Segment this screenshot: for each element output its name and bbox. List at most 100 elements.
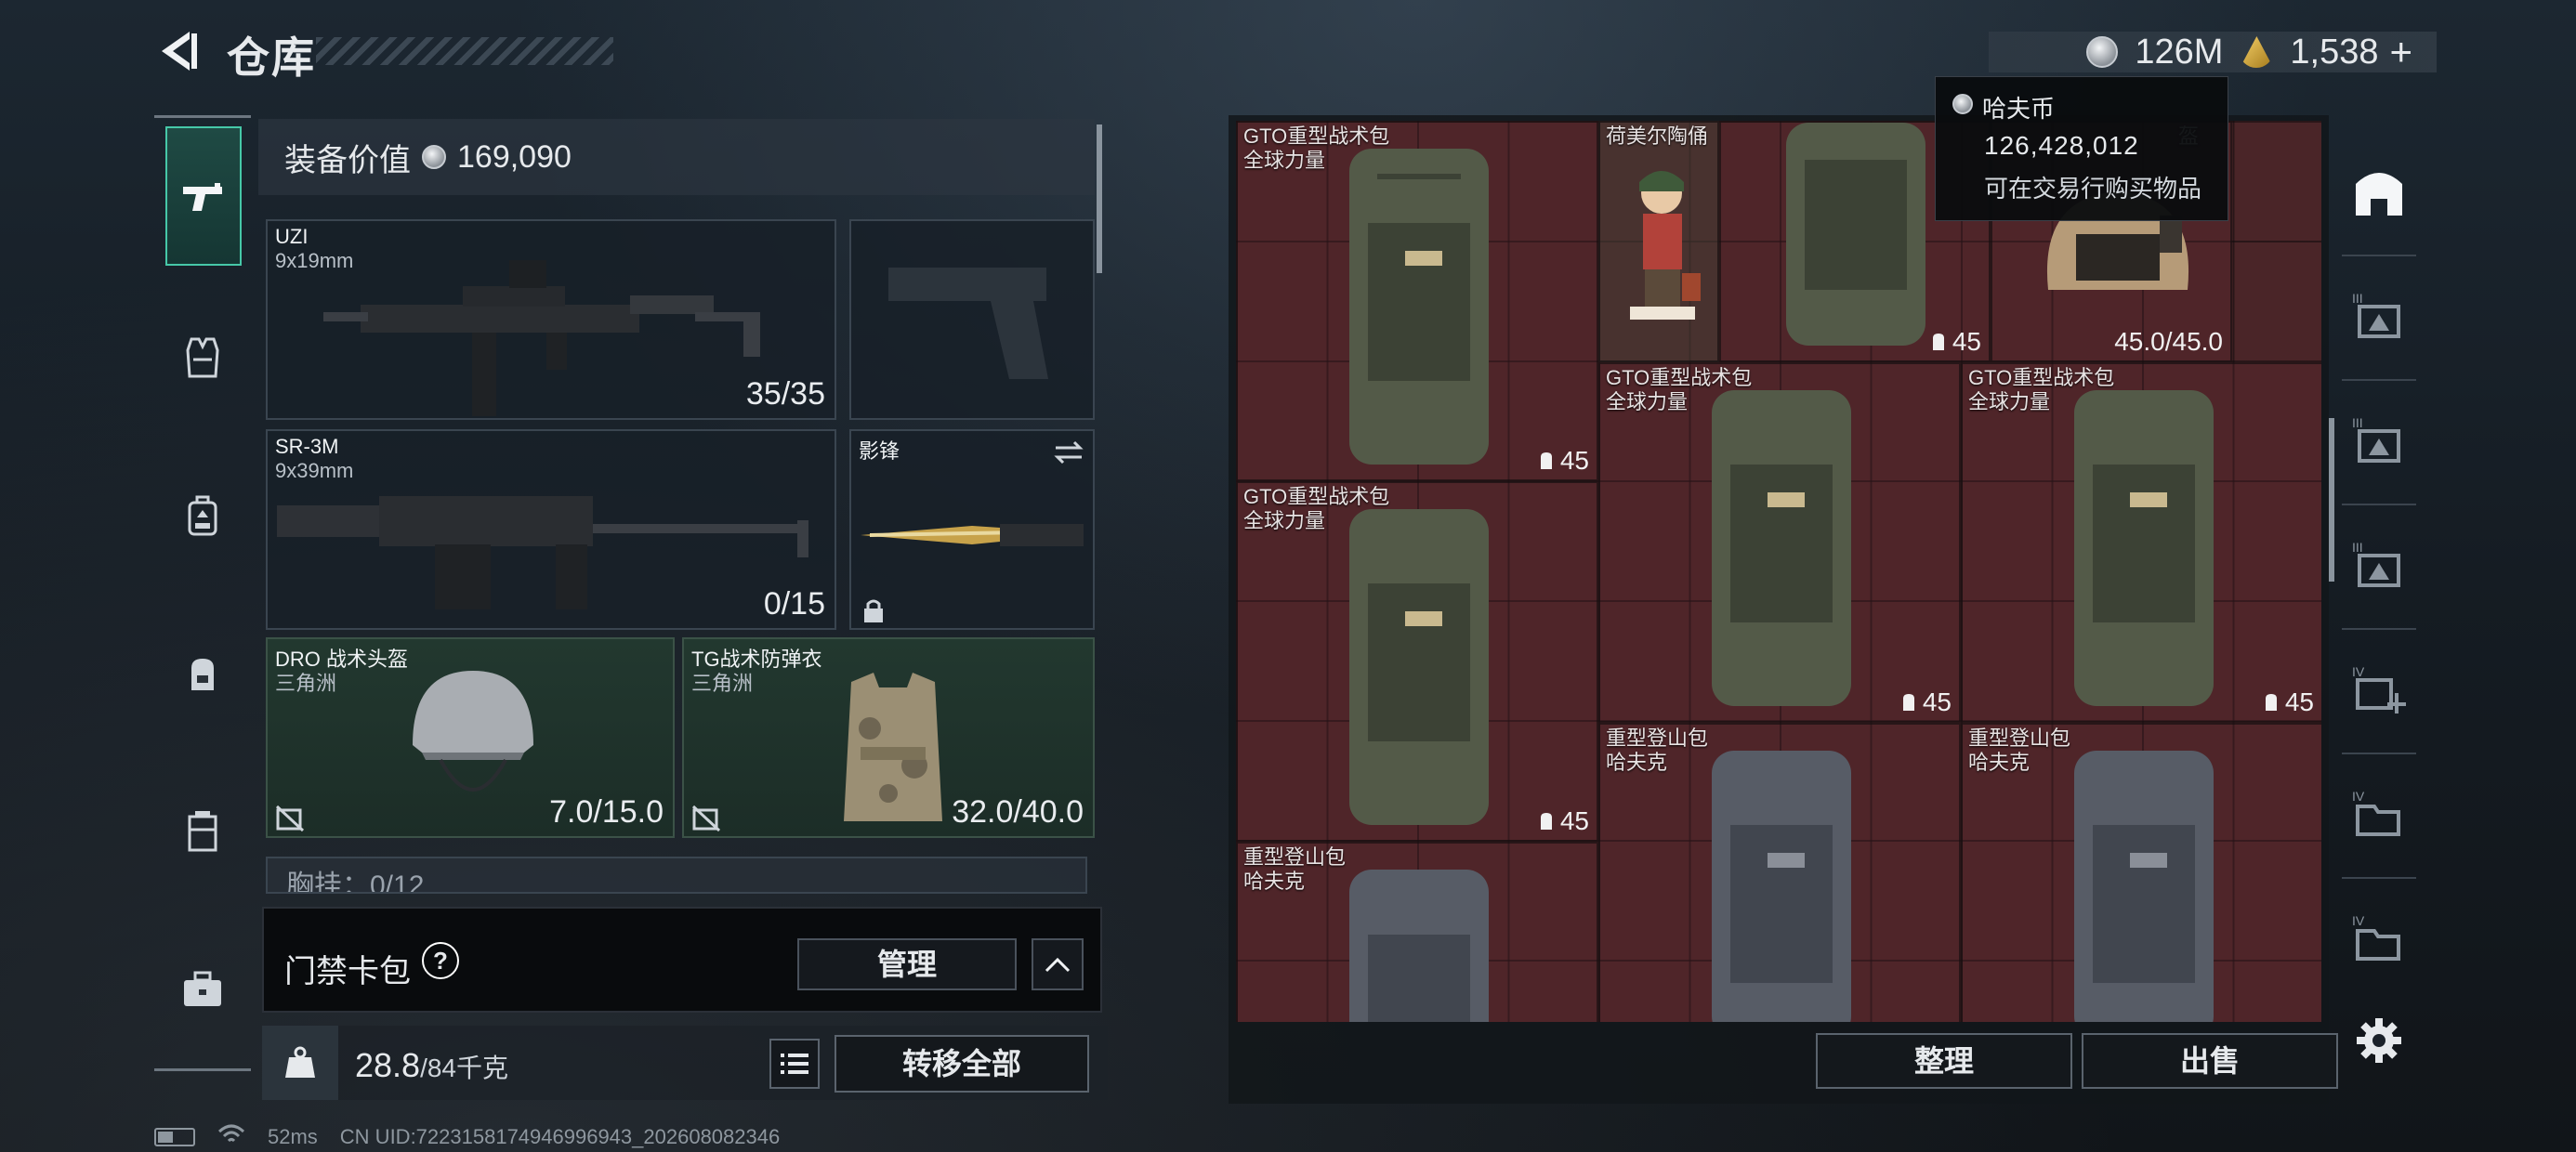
storage-scrollbar[interactable]	[2329, 418, 2334, 582]
svg-text:IV: IV	[2352, 913, 2365, 928]
help-icon[interactable]: ?	[422, 942, 459, 979]
haf-coin-icon	[1952, 94, 1973, 114]
small-backpack-icon	[191, 659, 214, 690]
list-view-button[interactable]	[769, 1039, 820, 1089]
storage-item[interactable]: 重型登山包 哈夫克	[1598, 723, 1961, 1022]
storage-tier-3-icon: III	[2352, 540, 2400, 587]
storage-tab-add[interactable]: IV	[2342, 634, 2416, 747]
carry-weight: 28.8/84千克	[355, 1046, 508, 1085]
mountain-backpack-image	[2074, 751, 2214, 1022]
haf-coin-icon	[2086, 36, 2119, 68]
equipment-panel: 装备价值 169,090 UZI 9x19mm 35/35 SR-3M 9x39…	[258, 119, 1110, 890]
equipment-tab-bar	[154, 115, 251, 1072]
currency-bar: 126M 1,538 +	[1989, 30, 2437, 74]
slot-name: 影锋	[859, 439, 900, 463]
carry-weight-max: /84千克	[420, 1054, 509, 1082]
settings-gear-icon[interactable]	[2355, 1016, 2403, 1065]
equipment-value-label: 装备价值	[284, 142, 411, 178]
tab-backpack-a[interactable]	[165, 446, 240, 585]
premium-currency-balance[interactable]: 1,538	[2290, 33, 2378, 72]
status-bar: 52ms CN UID:7223158174946996943_20260808…	[154, 1124, 780, 1150]
melee-slot[interactable]: 影锋	[849, 429, 1095, 630]
bag-capacity-icon	[1902, 694, 1914, 711]
storage-item[interactable]: GTO重型战术包 全球力量 45	[1598, 362, 1961, 723]
svg-text:IV: IV	[2352, 664, 2365, 679]
storage-item[interactable]: GTO重型战术包 全球力量 45	[1961, 362, 2321, 723]
slot-name: UZI	[275, 225, 309, 248]
storage-tab-3[interactable]: III	[2342, 509, 2416, 622]
durability: 32.0/40.0	[952, 794, 1084, 830]
keycard-bar: 门禁卡包 ? 管理	[262, 907, 1102, 1013]
item-capacity: 45	[1538, 806, 1589, 836]
transfer-all-button[interactable]: 转移全部	[835, 1035, 1089, 1093]
pistol-placeholder-icon	[888, 268, 1048, 379]
item-capacity: 45	[1900, 687, 1952, 717]
currency-tooltip: 哈夫币 126,428,012 可在交易行购买物品	[1935, 76, 2228, 221]
pistol-slot[interactable]	[849, 219, 1095, 420]
mountain-backpack-image	[1349, 870, 1489, 1022]
tooltip-description: 可在交易行购买物品	[1984, 175, 2202, 203]
tactical-backpack-image	[1349, 149, 1489, 465]
home-icon	[2356, 173, 2402, 216]
container-icon	[188, 811, 217, 852]
weight-icon-box	[262, 1026, 338, 1100]
add-currency-button[interactable]: +	[2389, 30, 2412, 74]
ammo-count: 35/35	[745, 376, 825, 412]
sort-button[interactable]: 整理	[1816, 1033, 2072, 1089]
back-arrow-icon[interactable]	[154, 28, 199, 74]
storage-item[interactable]: GTO重型战术包 全球力量 45	[1236, 481, 1598, 842]
storage-tab-2[interactable]: III	[2342, 385, 2416, 498]
storage-tab-1[interactable]: III	[2342, 260, 2416, 373]
item-name: GTO重型战术包 全球力量	[1968, 366, 2115, 413]
insurance-off-icon	[275, 805, 305, 832]
durability: 7.0/15.0	[549, 794, 664, 830]
carry-weight-current: 28.8	[355, 1046, 421, 1084]
body-armor-image	[844, 673, 942, 821]
tab-backpack-b[interactable]	[165, 604, 240, 743]
svg-text:III: III	[2352, 291, 2363, 306]
tab-case[interactable]	[165, 920, 240, 1059]
storage-item[interactable]: 重型登山包 哈夫克	[1236, 842, 1598, 1022]
bag-capacity-icon	[1540, 452, 1552, 469]
chest-rig-row[interactable]: 胸挂：0/12	[266, 857, 1087, 894]
equipment-scrollbar[interactable]	[1097, 124, 1102, 273]
weight-icon	[285, 1046, 315, 1078]
sr3m-rifle-image	[277, 496, 808, 609]
list-icon	[781, 1054, 808, 1074]
wifi-icon	[217, 1124, 245, 1150]
tab-container[interactable]	[165, 762, 240, 901]
tooltip-amount: 126,428,012	[1984, 131, 2139, 160]
tab-weapons[interactable]	[165, 126, 242, 266]
tactical-backpack-image	[1349, 509, 1489, 825]
storage-item[interactable]: 荷美尔陶俑	[1598, 121, 1719, 362]
sell-button[interactable]: 出售	[2082, 1033, 2338, 1089]
swap-icon[interactable]	[1052, 439, 1085, 466]
tab-armor[interactable]	[165, 288, 240, 427]
storage-tab-4[interactable]: IV	[2342, 758, 2416, 871]
storage-item[interactable]: 重型登山包 哈夫克	[1961, 723, 2321, 1022]
storage-item[interactable]: GTO重型战术包 全球力量 45	[1236, 121, 1598, 481]
collapse-button[interactable]	[1032, 938, 1084, 990]
keycard-label: 门禁卡包	[284, 954, 411, 989]
tactical-backpack-image	[2074, 390, 2214, 706]
item-name: GTO重型战术包 全球力量	[1243, 124, 1390, 172]
primary-weapon-slot[interactable]: UZI 9x19mm 35/35	[266, 219, 836, 420]
armor-slot[interactable]: TG战术防弹衣 三角洲 32.0/40.0	[682, 637, 1095, 838]
player-uid: CN UID:7223158174946996943_202608082346	[339, 1125, 781, 1148]
tooltip-title: 哈夫币	[1982, 95, 2056, 123]
storage-tab-5[interactable]: IV	[2342, 883, 2416, 996]
item-name: GTO重型战术包 全球力量	[1243, 485, 1390, 532]
item-capacity: 45	[1930, 327, 1981, 357]
item-name: 重型登山包 哈夫克	[1606, 727, 1709, 774]
insurance-off-icon	[691, 805, 721, 832]
helmet-image	[413, 671, 533, 792]
storage-tab-home[interactable]	[2342, 134, 2416, 247]
manage-button[interactable]: 管理	[797, 938, 1017, 990]
title-decoration	[316, 37, 613, 65]
storage-tier-3-icon: III	[2352, 415, 2400, 463]
helmet-slot[interactable]: DRO 战术头盔 三角洲 7.0/15.0	[266, 637, 675, 838]
tactical-backpack-image	[1786, 123, 1925, 346]
secondary-weapon-slot[interactable]: SR-3M 9x39mm 0/15	[266, 429, 836, 630]
haf-coin-balance[interactable]: 126M	[2135, 33, 2223, 72]
battery-icon	[154, 1128, 195, 1146]
